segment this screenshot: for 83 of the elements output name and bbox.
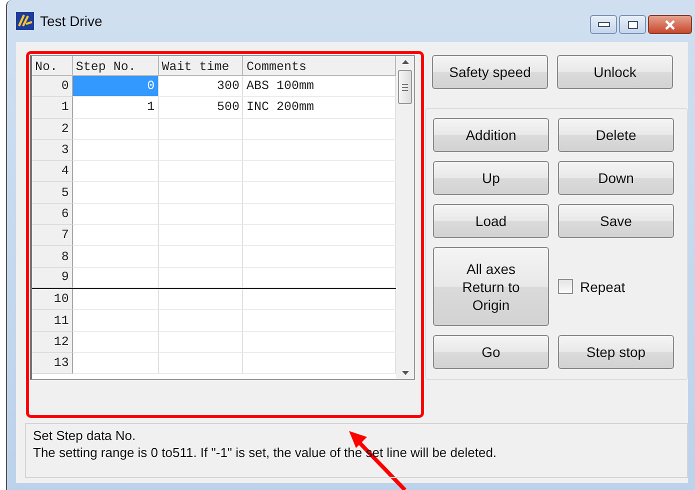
table-cell[interactable] [158, 204, 244, 226]
scroll-up-icon[interactable] [402, 60, 409, 64]
table-cell[interactable] [72, 161, 159, 182]
row-number: 11 [32, 310, 73, 332]
table-cell[interactable]: ABS 100mm [243, 76, 396, 98]
action-button[interactable]: Safety speed [432, 55, 548, 89]
table-cell[interactable]: 300 [158, 76, 244, 98]
column-header[interactable]: No. [32, 56, 73, 76]
close-icon [664, 20, 676, 30]
table-cell[interactable] [158, 246, 244, 268]
action-button[interactable]: Save [558, 204, 674, 238]
column-header[interactable]: Comments [243, 56, 396, 76]
table-cell[interactable] [243, 332, 396, 354]
maximize-icon [628, 20, 638, 28]
row-number: 9 [32, 268, 73, 288]
row-number: 0 [32, 76, 73, 98]
action-button[interactable]: Step stop [558, 335, 674, 369]
table-cell[interactable] [158, 225, 244, 246]
window-title: Test Drive [40, 13, 102, 29]
row-number: 4 [32, 161, 73, 182]
row-number: 10 [32, 289, 73, 310]
table-cell[interactable]: 500 [158, 97, 244, 119]
table-cell[interactable] [158, 140, 244, 162]
table-cell[interactable] [72, 332, 159, 354]
table-cell[interactable] [158, 310, 244, 332]
table-cell[interactable] [72, 310, 159, 332]
table-cell[interactable] [158, 289, 244, 310]
table-cell[interactable]: INC 200mm [243, 97, 396, 119]
minimize-icon [598, 22, 610, 27]
table-cell[interactable] [158, 118, 244, 140]
table-cell[interactable] [158, 353, 244, 374]
table-cell[interactable] [243, 310, 396, 332]
row-number: 2 [32, 118, 73, 140]
table-cell[interactable] [243, 182, 396, 204]
column-header[interactable]: Step No. [72, 56, 159, 76]
row-number: 5 [32, 182, 73, 204]
table-cell[interactable] [72, 289, 159, 310]
app-icon [16, 12, 34, 30]
action-button[interactable]: Go [433, 335, 549, 369]
table-cell[interactable] [243, 268, 396, 288]
maximize-button[interactable] [619, 15, 646, 34]
action-button[interactable]: Up [433, 161, 549, 195]
table-cell[interactable] [243, 246, 396, 268]
table-cell[interactable] [158, 268, 244, 288]
table-cell[interactable] [243, 204, 396, 226]
table-cell[interactable] [158, 161, 244, 182]
action-button[interactable]: Delete [558, 118, 674, 152]
table-cell[interactable] [72, 246, 159, 268]
row-number: 3 [32, 140, 73, 162]
table-cell[interactable] [243, 161, 396, 182]
row-number: 13 [32, 353, 73, 374]
row-number: 1 [32, 97, 73, 119]
repeat-checkbox[interactable]: Repeat [558, 278, 626, 294]
table-cell[interactable] [72, 118, 159, 140]
return-to-origin-button[interactable]: All axes Return to Origin [433, 247, 549, 326]
table-cell[interactable] [158, 332, 244, 354]
column-header[interactable]: Wait time [158, 56, 244, 76]
table-cell[interactable] [72, 353, 159, 374]
row-number: 7 [32, 225, 73, 246]
scroll-thumb[interactable] [398, 70, 412, 104]
action-button[interactable]: Unlock [557, 55, 673, 89]
table-cell[interactable] [72, 268, 159, 288]
table-cell[interactable] [243, 118, 396, 140]
close-button[interactable] [648, 15, 692, 34]
table-cell[interactable] [72, 140, 159, 162]
action-button[interactable]: Load [433, 204, 549, 238]
row-number: 8 [32, 246, 73, 268]
minimize-button[interactable] [590, 15, 617, 34]
table-cell[interactable]: 1 [72, 97, 159, 119]
table-cell[interactable] [243, 140, 396, 162]
scroll-down-icon[interactable] [402, 371, 409, 375]
table-cell[interactable] [72, 182, 159, 204]
table-cell[interactable] [243, 225, 396, 246]
table-cell[interactable] [158, 182, 244, 204]
help-text: Set Step data No. [33, 427, 137, 444]
row-number: 12 [32, 332, 73, 354]
row-number: 6 [32, 204, 73, 226]
action-button[interactable]: Addition [433, 118, 549, 152]
table-cell[interactable] [72, 204, 159, 226]
table-cell[interactable] [72, 225, 159, 246]
table-cell[interactable] [243, 353, 396, 374]
action-button[interactable]: Down [558, 161, 674, 195]
table-cell[interactable] [243, 289, 396, 310]
